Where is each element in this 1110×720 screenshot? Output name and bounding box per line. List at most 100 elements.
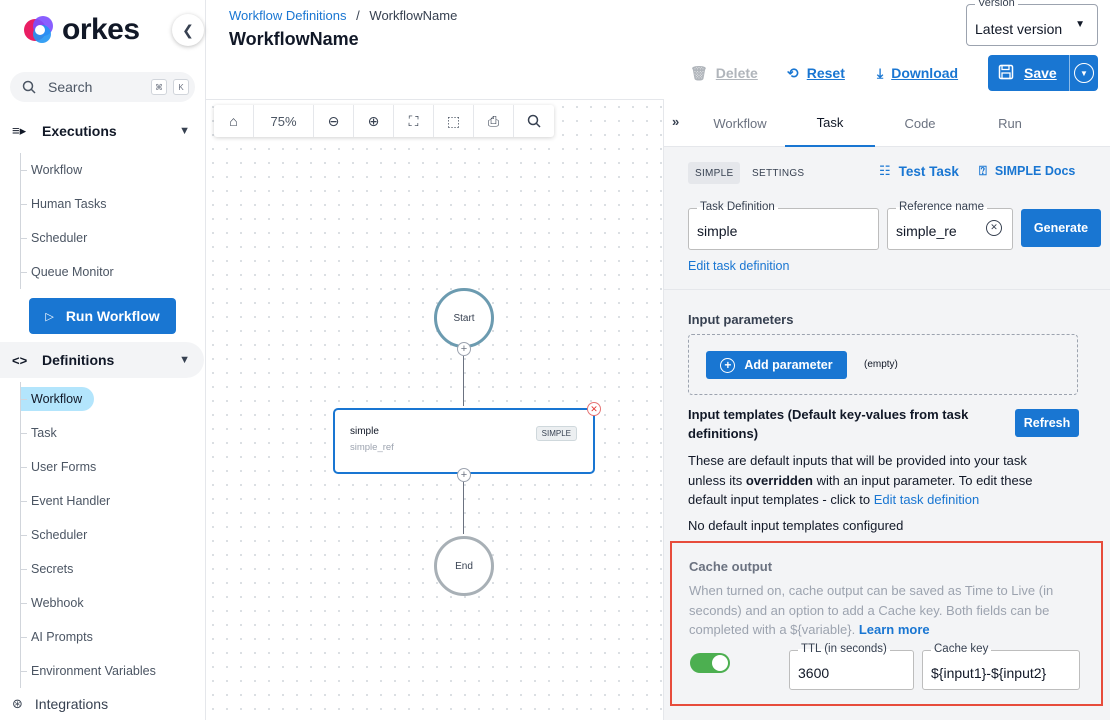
end-node[interactable]: End [434,536,494,596]
cache-output-title: Cache output [689,559,773,574]
task-type-badge: SIMPLE [535,426,577,441]
nav-label: Webhook [31,596,84,610]
executions-icon: ≡▸ [12,123,27,138]
edit-task-definition-inline-link[interactable]: Edit task definition [874,492,980,507]
simple-docs-link[interactable]: ⍰ SIMPLE Docs [979,163,1075,179]
sidebar-item-integrations[interactable]: ⊛ Integrations [12,696,108,712]
search-input[interactable]: Search ⌘ K [10,72,195,102]
reference-name-value: simple_re [896,223,957,239]
breadcrumb-separator: / [356,8,360,23]
home-button[interactable]: ⌂ [214,105,254,137]
tab-task[interactable]: Task [785,99,875,147]
input-parameters-label: Input parameters [688,312,794,327]
canvas-toolbar: ⌂ 75% ⊖ ⊕ ⛶ ⬚ ⎙ [214,105,554,137]
sidebar-item-webhook[interactable]: Webhook [21,586,156,620]
nav-label: Scheduler [31,231,88,245]
generate-button[interactable]: Generate [1021,209,1101,247]
input-templates-title: Input templates (Default key-values from… [688,407,969,441]
sidebar-item-ai-prompts[interactable]: AI Prompts [21,620,156,654]
end-label: End [455,560,473,572]
zoom-out-icon: ⊖ [327,112,340,129]
learn-more-link[interactable]: Learn more [859,622,930,637]
zoom-in-button[interactable]: ⊕ [354,105,394,137]
save-options-dropdown[interactable]: ▼ [1074,63,1094,83]
task-node-simple[interactable]: simple simple_ref SIMPLE ✕ [333,402,601,474]
definitions-list: Workflow Task User Forms Event Handler S… [20,382,156,688]
cache-output-toggle[interactable] [690,653,730,673]
orkes-logo[interactable]: orkes [22,10,140,50]
input-templates-description: These are default inputs that will be pr… [688,451,1063,510]
page-title: WorkflowName [229,29,359,49]
test-task-button[interactable]: ☷ Test Task [879,163,959,179]
shortcut-cmd-key: ⌘ [151,79,167,95]
canvas-search-button[interactable] [514,105,554,137]
reset-button[interactable]: ⟲ Reset [787,55,845,91]
ttl-value: 3600 [798,665,830,681]
zoom-out-button[interactable]: ⊖ [314,105,354,137]
sidebar-item-queue-monitor[interactable]: Queue Monitor [21,255,114,289]
ttl-field[interactable]: TTL (in seconds) 3600 [789,643,914,690]
nav-label: Environment Variables [31,664,156,678]
remove-task-icon[interactable]: ✕ [587,402,601,416]
sidebar-item-executions-scheduler[interactable]: Scheduler [21,221,114,255]
home-icon: ⌂ [229,113,238,129]
sidebar-item-definitions-scheduler[interactable]: Scheduler [21,518,156,552]
add-task-button[interactable]: + [457,342,471,356]
expand-panel-icon[interactable]: » [672,114,679,129]
code-brackets-icon: <> [12,352,28,368]
collapse-sidebar-button[interactable]: ❮ [172,14,204,46]
dropdown-arrow-icon: ▼ [1075,19,1085,30]
reset-icon: ⟲ [787,64,799,81]
chevron-down-icon: ▼ [1080,68,1088,78]
executions-section[interactable]: ≡▸ Executions ▼ [0,113,204,149]
chip-settings[interactable]: SETTINGS [745,162,811,184]
sidebar-item-definitions-workflow[interactable]: Workflow [21,382,156,416]
select-button[interactable]: ⬚ [434,105,474,137]
breadcrumb-workflow-definitions-link[interactable]: Workflow Definitions [229,8,347,23]
add-task-button[interactable]: + [457,468,471,482]
docs-label: SIMPLE Docs [994,164,1076,178]
sidebar-item-user-forms[interactable]: User Forms [21,450,156,484]
add-parameter-label: Add parameter [744,358,833,372]
sidebar-item-secrets[interactable]: Secrets [21,552,156,586]
nav-label: Human Tasks [31,197,107,211]
version-select[interactable]: Version Latest version ▼ [966,0,1098,46]
workflow-canvas[interactable]: ⌂ 75% ⊖ ⊕ ⛶ ⬚ ⎙ Start + simple simple_re… [206,99,663,720]
fit-view-button[interactable]: ⛶ [394,105,434,137]
task-ref: simple_ref [350,442,394,453]
print-button[interactable]: ⎙ [474,105,514,137]
sidebar-item-task[interactable]: Task [21,416,156,450]
chip-simple[interactable]: SIMPLE [688,162,741,184]
zoom-in-icon: ⊕ [367,112,380,129]
select-icon: ⬚ [446,112,461,129]
tab-run[interactable]: Run [965,99,1055,147]
trash-icon: 🗑︎ [690,64,708,81]
download-button[interactable]: ⤓ Download [877,55,958,91]
download-label: Download [891,65,959,81]
definitions-section[interactable]: <> Definitions ▼ [0,342,204,378]
sidebar-item-environment-variables[interactable]: Environment Variables [21,654,156,688]
zoom-level: 75% [254,105,314,137]
clear-icon[interactable]: ✕ [986,220,1002,236]
edit-task-definition-link[interactable]: Edit task definition [688,259,789,273]
save-button[interactable]: Save ▼ [988,55,1098,91]
save-floppy-icon [998,64,1014,83]
tab-code[interactable]: Code [875,99,965,147]
run-workflow-button[interactable]: ▷ Run Workflow [29,298,176,334]
print-icon: ⎙ [487,112,500,129]
start-node[interactable]: Start [434,288,494,348]
reference-name-field[interactable]: Reference name simple_re ✕ [887,201,1013,250]
sidebar: orkes ❮ Search ⌘ K ≡▸ Executions ▼ Workf… [0,0,206,720]
delete-button[interactable]: 🗑︎ Delete [690,55,758,91]
sidebar-item-executions-workflow[interactable]: Workflow [21,153,114,187]
task-definition-field[interactable]: Task Definition simple [688,201,879,250]
search-icon [527,114,541,128]
add-parameter-button[interactable]: + Add parameter [706,351,847,379]
cache-key-field[interactable]: Cache key ${input1}-${input2} [922,643,1080,690]
sidebar-item-event-handler[interactable]: Event Handler [21,484,156,518]
tab-workflow[interactable]: Workflow [695,99,785,147]
search-icon [22,80,36,94]
sidebar-item-human-tasks[interactable]: Human Tasks [21,187,114,221]
task-panel: » Workflow Task Code Run SIMPLE SETTINGS… [663,99,1110,720]
refresh-button[interactable]: Refresh [1015,409,1079,437]
